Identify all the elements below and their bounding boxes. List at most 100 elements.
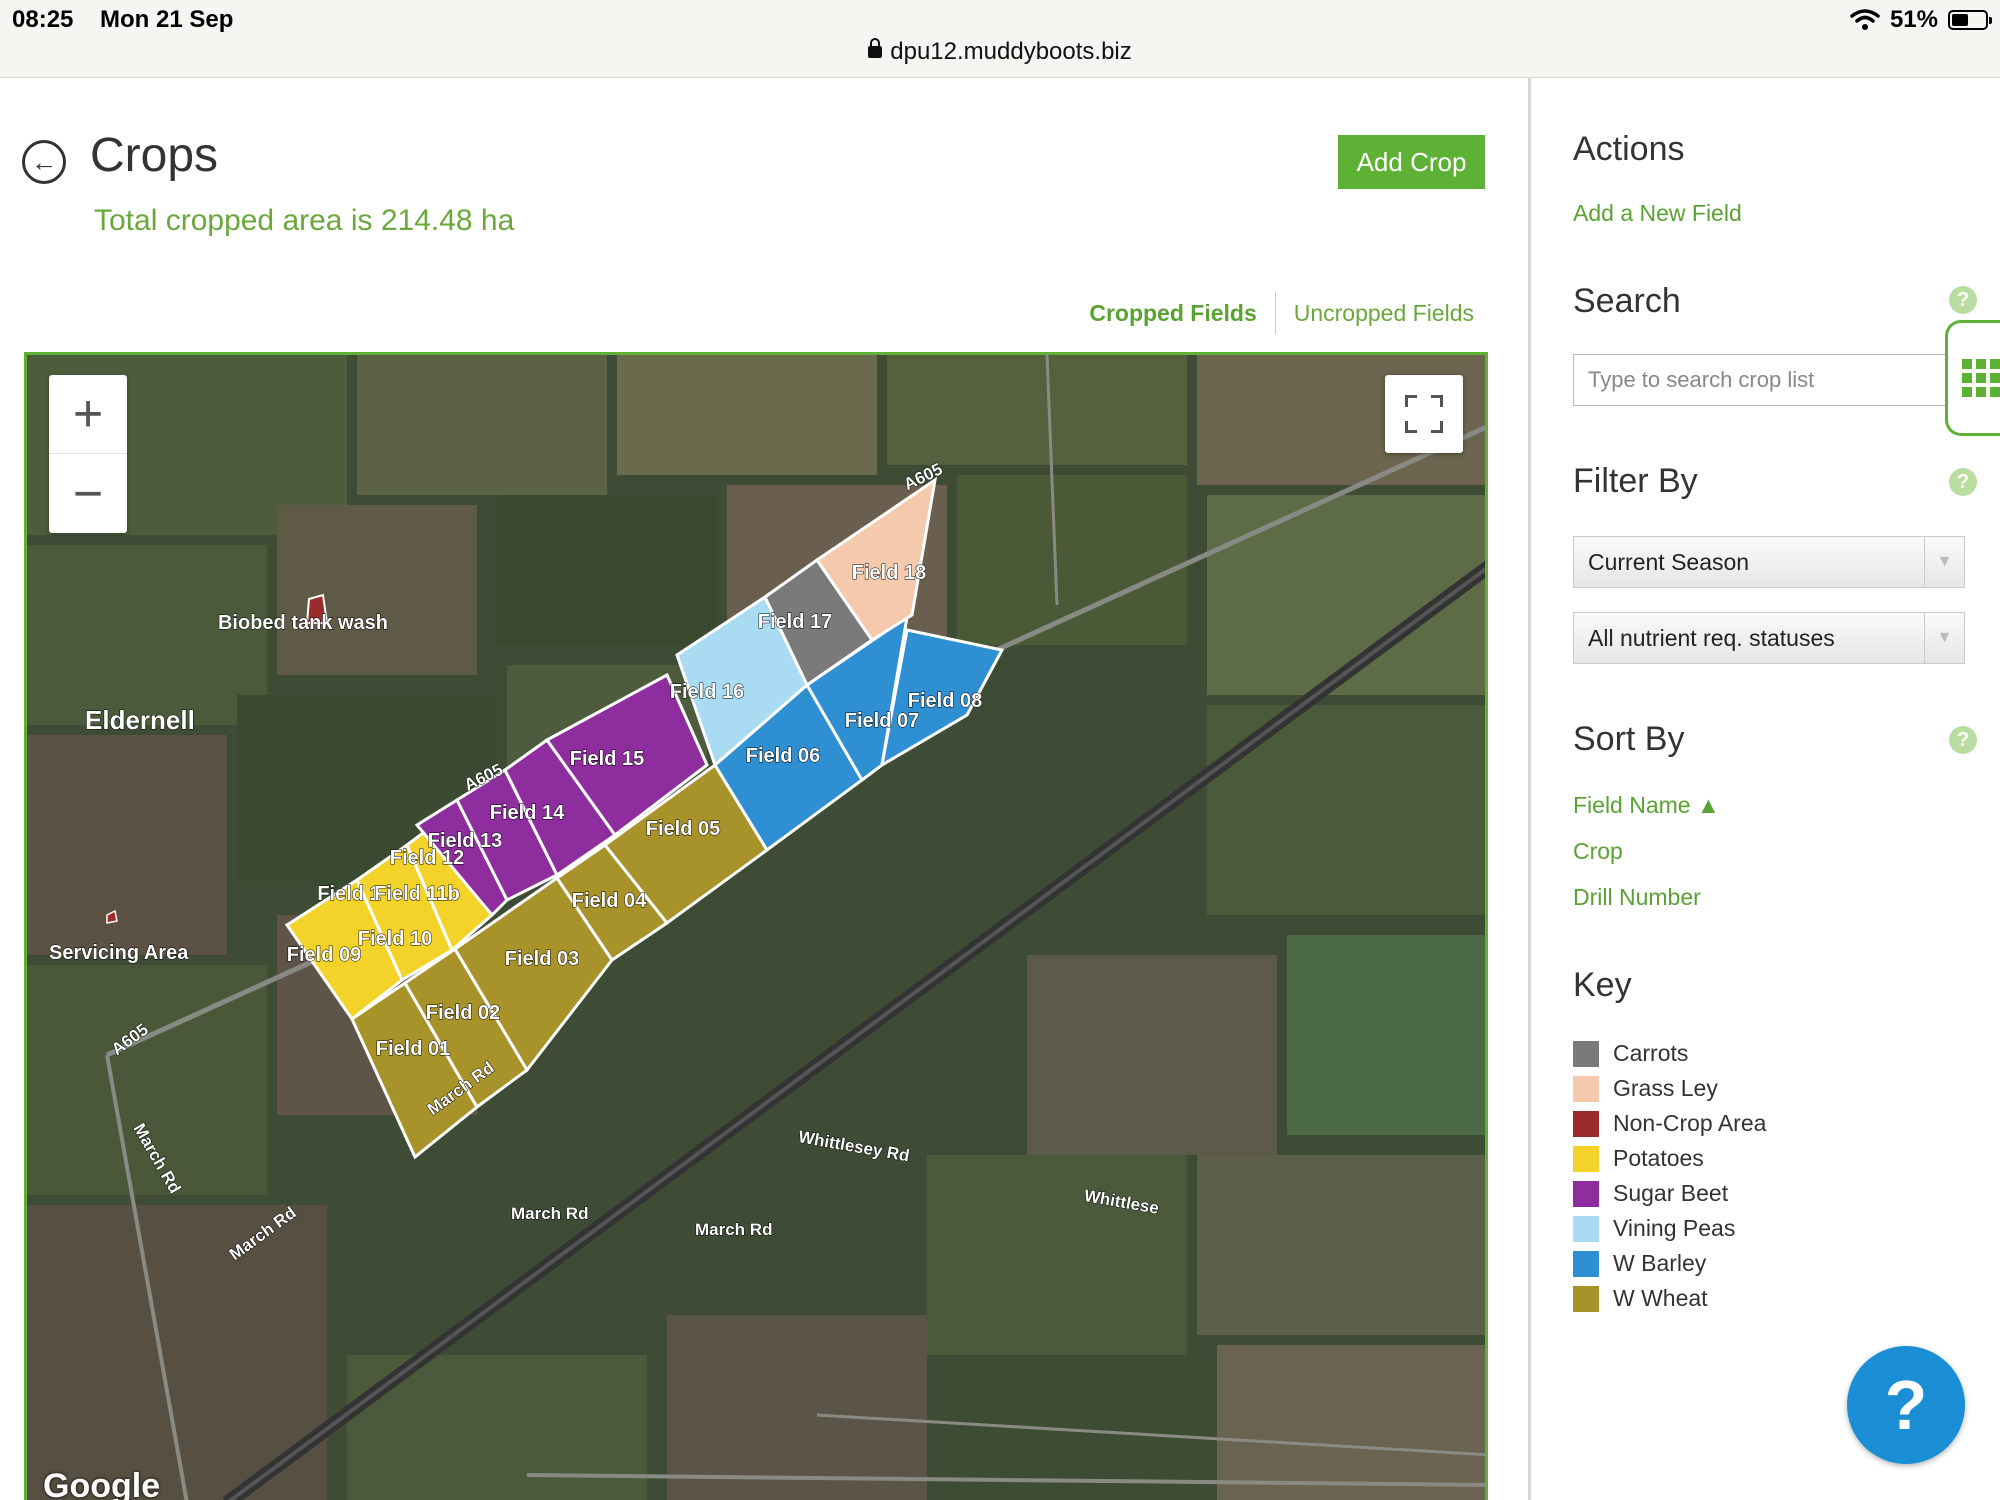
total-cropped-area: Total cropped area is 214.48 ha bbox=[94, 204, 515, 237]
fullscreen-icon-bl bbox=[1405, 421, 1417, 433]
key-label: Potatoes bbox=[1613, 1145, 1704, 1171]
back-arrow-icon[interactable]: ← bbox=[22, 140, 66, 184]
key-label: W Wheat bbox=[1613, 1285, 1708, 1311]
filter-title: Filter By bbox=[1573, 462, 1698, 500]
label-servicing: Servicing Area bbox=[49, 942, 189, 964]
google-logo: Google bbox=[43, 1467, 161, 1500]
sort-field-name[interactable]: Field Name ▲ bbox=[1573, 792, 1720, 819]
label-field-05: Field 05 bbox=[646, 818, 720, 840]
fullscreen-icon bbox=[1405, 395, 1417, 407]
label-field-08: Field 08 bbox=[908, 690, 982, 712]
label-field-02: Field 02 bbox=[426, 1002, 500, 1024]
label-field-03: Field 03 bbox=[505, 948, 579, 970]
wifi-icon bbox=[1850, 9, 1880, 30]
sidebar: Actions Add a New Field Search ? Filter … bbox=[1528, 78, 2000, 1500]
key-swatch bbox=[1573, 1285, 1599, 1312]
crop-key: Carrots Grass Ley Non-Crop Area Potatoes… bbox=[1573, 1036, 1766, 1316]
label-field-11b: Field 11b bbox=[374, 883, 460, 905]
label-road-march-4: March Rd bbox=[511, 1204, 588, 1223]
search-input[interactable] bbox=[1573, 354, 1973, 406]
key-item-potatoes: Potatoes bbox=[1573, 1141, 1766, 1176]
key-label: W Barley bbox=[1613, 1250, 1707, 1276]
label-field-17: Field 17 bbox=[758, 611, 832, 633]
lock-icon bbox=[868, 38, 883, 58]
chevron-down-icon: ▼ bbox=[1924, 537, 1964, 587]
page-title: Crops bbox=[90, 129, 219, 182]
grid-icon bbox=[1962, 359, 2000, 397]
key-swatch bbox=[1573, 1145, 1599, 1172]
map-canvas[interactable]: Field 01 Field 02 Field 03 Field 04 Fiel… bbox=[27, 355, 1488, 1500]
tab-cropped-fields[interactable]: Cropped Fields bbox=[1071, 300, 1274, 327]
zoom-in-button[interactable]: + bbox=[49, 375, 127, 454]
key-swatch bbox=[1573, 1075, 1599, 1102]
battery-level bbox=[1952, 14, 1969, 26]
key-label: Grass Ley bbox=[1613, 1075, 1718, 1101]
crop-map[interactable]: Field 01 Field 02 Field 03 Field 04 Fiel… bbox=[24, 352, 1488, 1500]
filter-help-icon[interactable]: ? bbox=[1949, 468, 1977, 496]
season-select[interactable]: Current Season ▼ bbox=[1573, 536, 1965, 588]
key-item-carrots: Carrots bbox=[1573, 1036, 1766, 1071]
label-field-09: Field 09 bbox=[287, 944, 361, 966]
fullscreen-icon-tr bbox=[1431, 395, 1443, 407]
status-select[interactable]: All nutrient req. statuses ▼ bbox=[1573, 612, 1965, 664]
label-field-16: Field 16 bbox=[670, 681, 744, 703]
sort-ascending-icon: ▲ bbox=[1697, 792, 1720, 818]
key-swatch bbox=[1573, 1040, 1599, 1067]
battery-percent: 51% bbox=[1889, 6, 1938, 33]
label-field-06: Field 06 bbox=[746, 745, 820, 767]
map-zoom-control: + − bbox=[49, 375, 127, 533]
address-bar[interactable]: dpu12.muddyboots.biz bbox=[0, 38, 2000, 66]
field-tabs: Cropped Fields Uncropped Fields bbox=[1071, 292, 1492, 334]
label-field-13: Field 13 bbox=[428, 830, 502, 852]
add-crop-button[interactable]: Add Crop bbox=[1338, 135, 1485, 189]
key-item-sugar-beet: Sugar Beet bbox=[1573, 1176, 1766, 1211]
key-label: Sugar Beet bbox=[1613, 1180, 1729, 1206]
sort-drill-number[interactable]: Drill Number bbox=[1573, 884, 1701, 911]
key-item-non-crop-area: Non-Crop Area bbox=[1573, 1106, 1766, 1141]
label-eldernell: Eldernell bbox=[85, 705, 195, 735]
key-item-vining-peas: Vining Peas bbox=[1573, 1211, 1766, 1246]
label-road-march-5: March Rd bbox=[695, 1220, 772, 1239]
key-swatch bbox=[1573, 1215, 1599, 1242]
main-content: ← Crops Total cropped area is 214.48 ha … bbox=[0, 78, 1528, 1500]
label-field-18: Field 18 bbox=[852, 562, 926, 584]
battery-icon bbox=[1948, 10, 1992, 30]
sort-title: Sort By bbox=[1573, 720, 1685, 758]
add-new-field-link[interactable]: Add a New Field bbox=[1573, 200, 1742, 227]
status-select-value: All nutrient req. statuses bbox=[1588, 624, 1835, 651]
tab-uncropped-fields[interactable]: Uncropped Fields bbox=[1276, 300, 1492, 327]
label-field-07: Field 07 bbox=[845, 710, 919, 732]
zoom-out-button[interactable]: − bbox=[49, 454, 127, 533]
key-label: Carrots bbox=[1613, 1040, 1689, 1066]
key-item-w-wheat: W Wheat bbox=[1573, 1281, 1766, 1316]
label-biobed: Biobed tank wash bbox=[218, 612, 388, 634]
label-field-01: Field 01 bbox=[376, 1038, 450, 1060]
status-bar: 08:25 Mon 21 Sep dpu12.muddyboots.biz 51… bbox=[0, 0, 2000, 78]
label-field-15: Field 15 bbox=[570, 748, 644, 770]
sort-crop[interactable]: Crop bbox=[1573, 838, 1623, 865]
fullscreen-button[interactable] bbox=[1385, 375, 1463, 453]
key-swatch bbox=[1573, 1180, 1599, 1207]
chevron-down-icon: ▼ bbox=[1924, 613, 1964, 663]
key-title: Key bbox=[1573, 966, 1632, 1004]
key-item-w-barley: W Barley bbox=[1573, 1246, 1766, 1281]
key-label: Vining Peas bbox=[1613, 1215, 1736, 1241]
search-help-icon[interactable]: ? bbox=[1949, 286, 1977, 314]
label-field-1: Field 1 bbox=[317, 883, 380, 905]
season-select-value: Current Season bbox=[1588, 548, 1750, 575]
sort-help-icon[interactable]: ? bbox=[1949, 726, 1977, 754]
status-date: Mon 21 Sep bbox=[100, 6, 234, 33]
key-swatch bbox=[1573, 1250, 1599, 1277]
key-swatch bbox=[1573, 1110, 1599, 1137]
search-title: Search bbox=[1573, 282, 1681, 320]
key-item-grass-ley: Grass Ley bbox=[1573, 1071, 1766, 1106]
help-button[interactable]: ? bbox=[1847, 1346, 1965, 1464]
label-field-14: Field 14 bbox=[490, 802, 565, 824]
key-label: Non-Crop Area bbox=[1613, 1110, 1767, 1136]
fullscreen-icon-br bbox=[1431, 421, 1443, 433]
label-field-04: Field 04 bbox=[572, 890, 647, 912]
grid-view-button[interactable] bbox=[1945, 320, 2000, 436]
status-right: 51% bbox=[1850, 6, 1992, 34]
actions-title: Actions bbox=[1573, 130, 1685, 168]
sort-field-name-label: Field Name bbox=[1573, 792, 1691, 818]
